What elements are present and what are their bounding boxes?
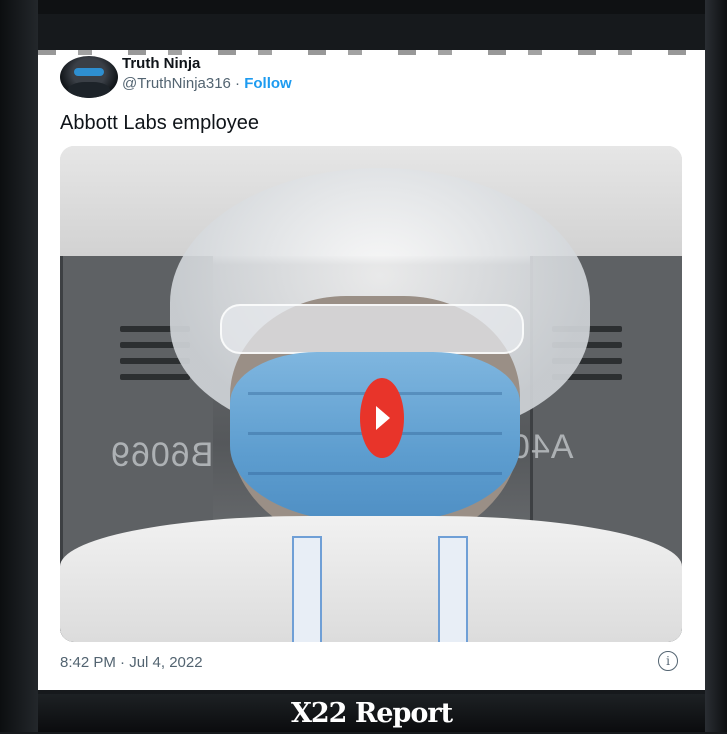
frame-top-border bbox=[0, 0, 727, 14]
safety-goggles bbox=[220, 304, 524, 354]
handle-row: @TruthNinja316 · Follow bbox=[122, 75, 292, 92]
locker-label-left: B6069 bbox=[110, 436, 214, 474]
handle-separator: · bbox=[230, 75, 245, 92]
tweet-text: Abbott Labs employee bbox=[60, 112, 260, 134]
display-name[interactable]: Truth Ninja bbox=[122, 55, 200, 72]
frame-right-border bbox=[705, 0, 727, 732]
play-icon bbox=[376, 406, 390, 430]
play-button[interactable] bbox=[360, 378, 404, 458]
footer-banner: X22 Report bbox=[38, 694, 705, 732]
tweet-card: Truth Ninja @TruthNinja316 · Follow Abbo… bbox=[38, 50, 705, 690]
tweet-timestamp[interactable]: 8:42 PM · Jul 4, 2022 bbox=[60, 654, 203, 671]
avatar-figure bbox=[68, 82, 110, 98]
handle[interactable]: @TruthNinja316 bbox=[122, 75, 231, 92]
lab-coat bbox=[60, 516, 682, 642]
avatar-mask-band bbox=[74, 68, 104, 76]
frame-left-border bbox=[0, 0, 38, 732]
locker-vent bbox=[120, 374, 190, 380]
mask-fold bbox=[248, 472, 502, 475]
lanyard-right bbox=[438, 536, 468, 642]
info-icon[interactable]: i bbox=[658, 651, 678, 671]
video-thumbnail[interactable]: B6069 A40 bbox=[60, 146, 682, 642]
follow-button[interactable]: Follow bbox=[244, 75, 292, 92]
footer-label: X22 Report bbox=[290, 698, 453, 729]
lanyard-left bbox=[292, 536, 322, 642]
avatar[interactable] bbox=[60, 56, 118, 98]
